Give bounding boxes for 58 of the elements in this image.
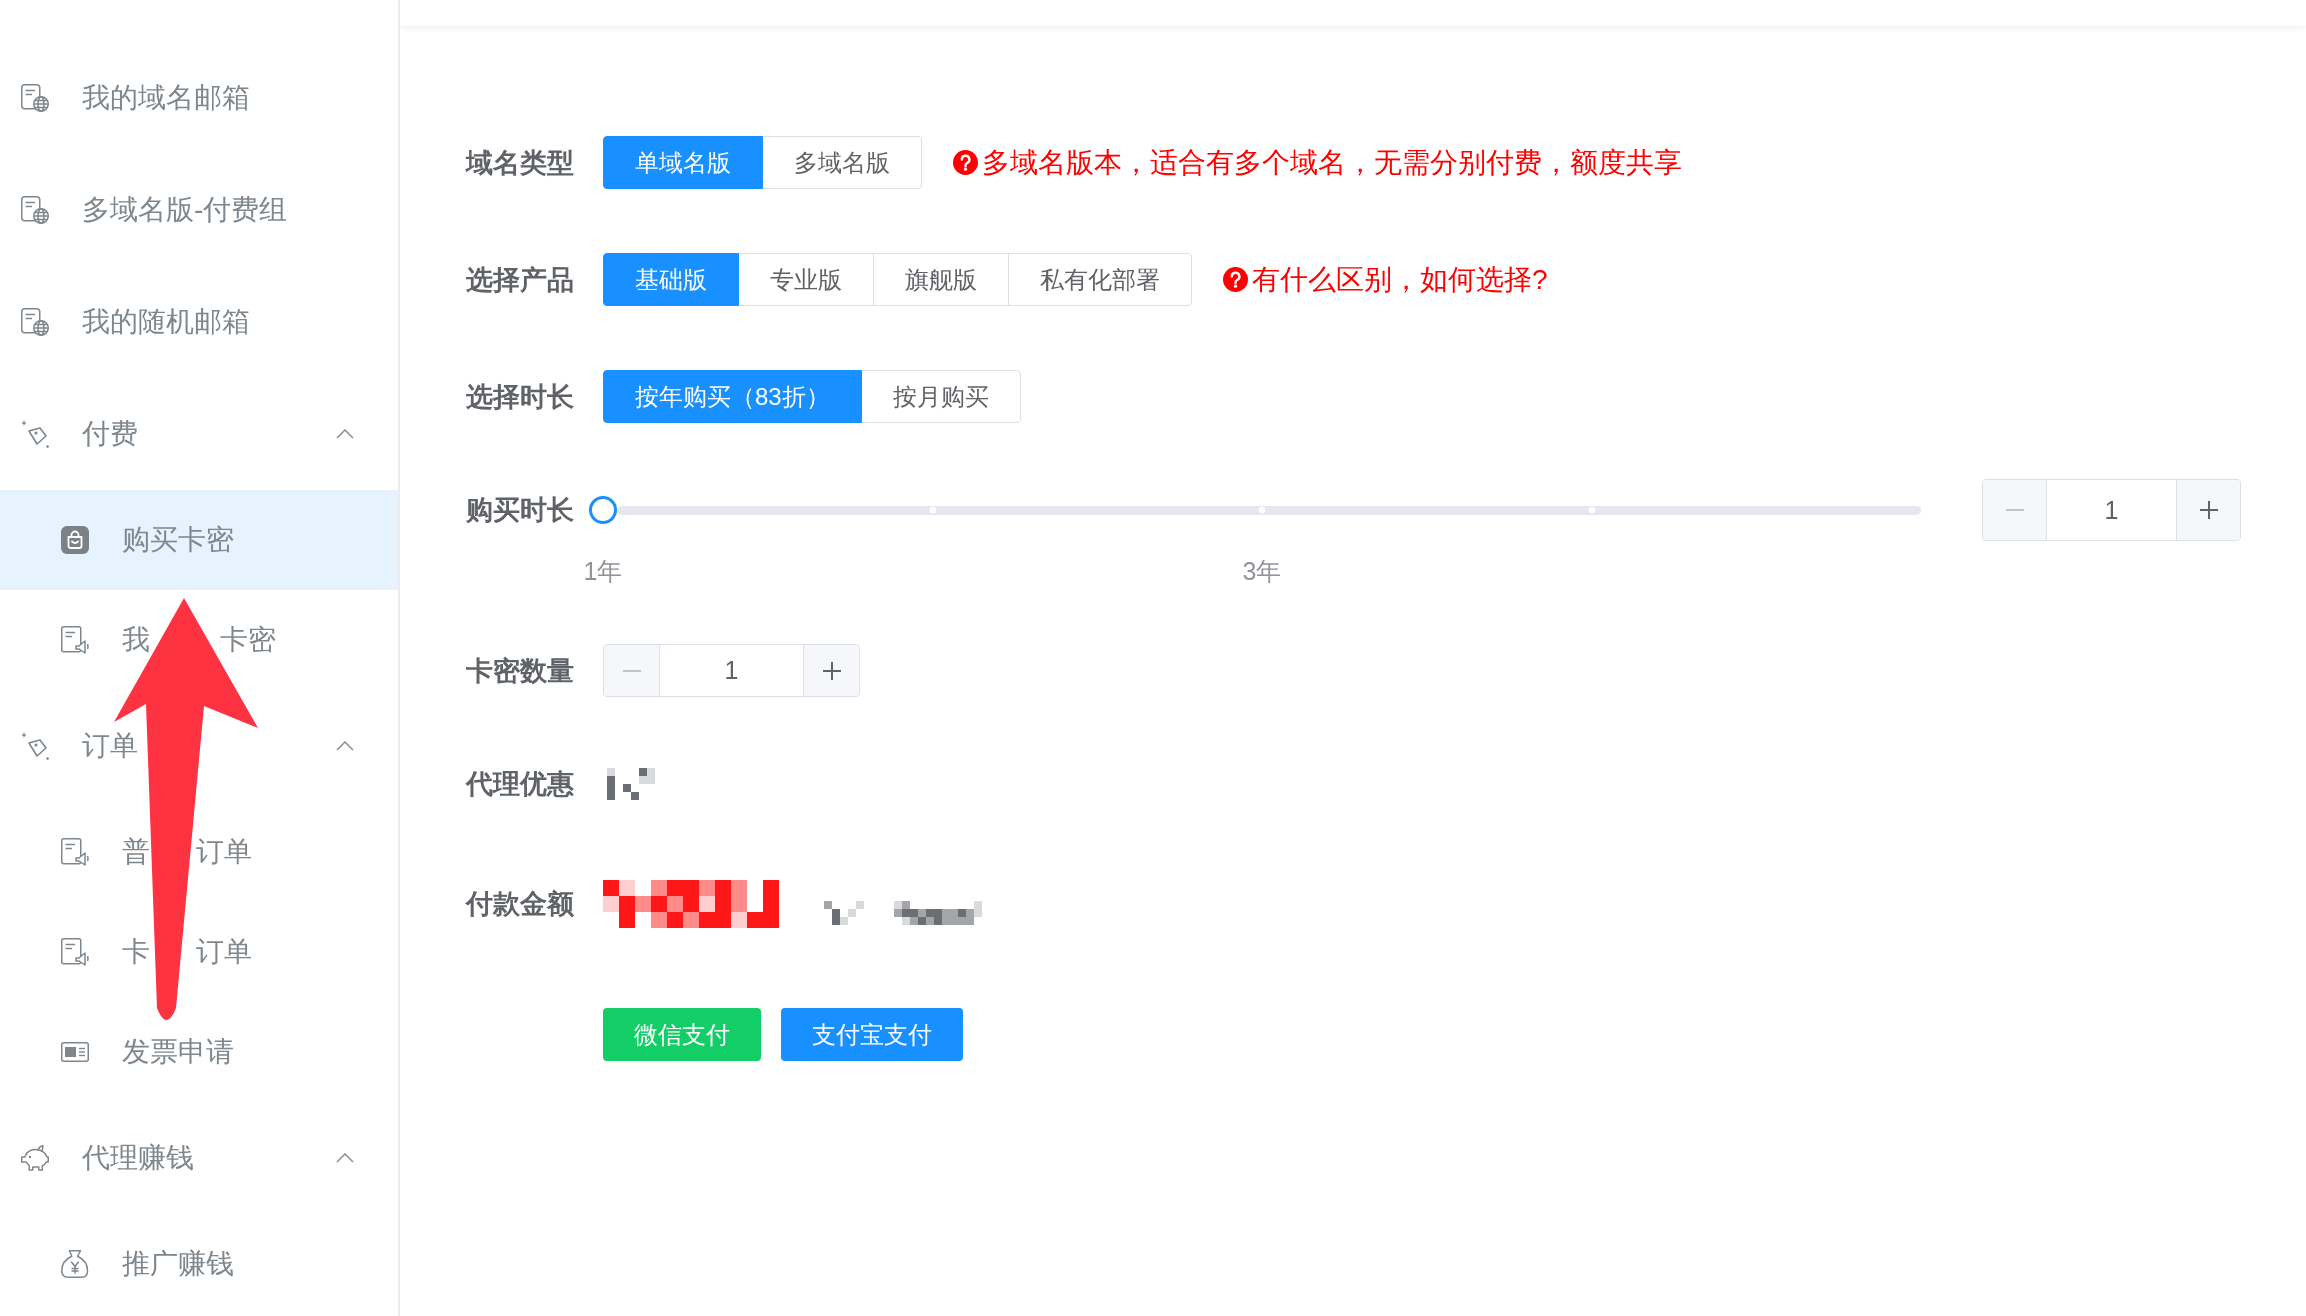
plus-icon — [2199, 501, 2218, 519]
minus-icon — [622, 669, 641, 672]
field-label: 域名类型 — [466, 146, 575, 180]
shopping-bag-icon — [61, 526, 89, 554]
tick-label: 1年 — [583, 556, 623, 586]
piggy-bank-icon — [21, 1145, 49, 1171]
tag-icon — [21, 420, 49, 448]
minus-icon — [2005, 509, 2024, 511]
option-button[interactable]: 按年购买（83折） — [603, 370, 862, 423]
tag-icon — [21, 732, 49, 760]
field-label: 代理优惠 — [466, 767, 575, 801]
option-button[interactable]: 按月购买 — [860, 370, 1021, 423]
pay-button[interactable]: 微信支付 — [603, 1008, 761, 1061]
slider-handle[interactable] — [589, 496, 617, 524]
question-icon — [953, 150, 978, 175]
money-bag-icon — [61, 1250, 89, 1278]
field-label: 选择产品 — [466, 263, 575, 297]
chevron-up-icon[interactable] — [336, 429, 354, 439]
sidebar-item[interactable]: 购买卡密 — [0, 490, 398, 590]
document-icon — [61, 938, 89, 966]
menu-group[interactable]: 付费 — [0, 378, 398, 490]
sidebar-item[interactable]: 普 订单 — [0, 802, 398, 902]
menu-group[interactable]: 订单 — [0, 690, 398, 802]
hint-text: 多域名版本，适合有多个域名，无需分别付费，额度共享 — [982, 145, 1682, 180]
option-button[interactable]: 基础版 — [603, 253, 739, 306]
document-globe-icon — [21, 196, 49, 224]
hint-text: 有什么区别，如何选择? — [1252, 262, 1548, 297]
sidebar-item[interactable]: 我的随机邮箱 — [0, 266, 398, 378]
increase-button[interactable] — [803, 645, 859, 696]
field-label: 选择时长 — [466, 380, 575, 414]
pay-button[interactable]: 支付宝支付 — [781, 1008, 963, 1061]
sidebar-item[interactable]: 推广赚钱 — [0, 1214, 398, 1314]
option-button[interactable]: 旗舰版 — [873, 253, 1009, 306]
sidebar-item[interactable]: 我 卡密 — [0, 590, 398, 690]
field-label: 购买时长 — [466, 494, 575, 527]
option-button[interactable]: 专业版 — [738, 253, 874, 306]
field-label: 付款金额 — [466, 887, 575, 921]
invoice-icon — [61, 1042, 89, 1062]
document-globe-icon — [21, 84, 49, 112]
chevron-up-icon[interactable] — [336, 741, 354, 751]
tick-label: 3年 — [1242, 556, 1282, 586]
question-icon — [1223, 267, 1248, 292]
document-globe-icon — [21, 308, 49, 336]
pixelated-value — [607, 767, 655, 800]
plus-icon — [822, 661, 841, 680]
sidebar-item[interactable]: 我的域名邮箱 — [0, 42, 398, 154]
menu-group[interactable]: 代理赚钱 — [0, 1102, 398, 1214]
option-button[interactable]: 多域名版 — [762, 136, 922, 189]
sidebar-item[interactable]: 多域名版-付费组 — [0, 154, 398, 266]
document-icon — [61, 838, 89, 866]
option-button[interactable]: 单域名版 — [603, 136, 763, 189]
field-label: 卡密数量 — [466, 654, 575, 688]
document-icon — [61, 626, 89, 654]
sidebar-item[interactable]: 发票申请 — [0, 1002, 398, 1102]
sidebar-item[interactable]: 卡 订单 — [0, 902, 398, 1002]
chevron-up-icon[interactable] — [336, 1153, 354, 1163]
pixelated-text — [824, 900, 864, 925]
option-button[interactable]: 私有化部署 — [1008, 253, 1192, 306]
